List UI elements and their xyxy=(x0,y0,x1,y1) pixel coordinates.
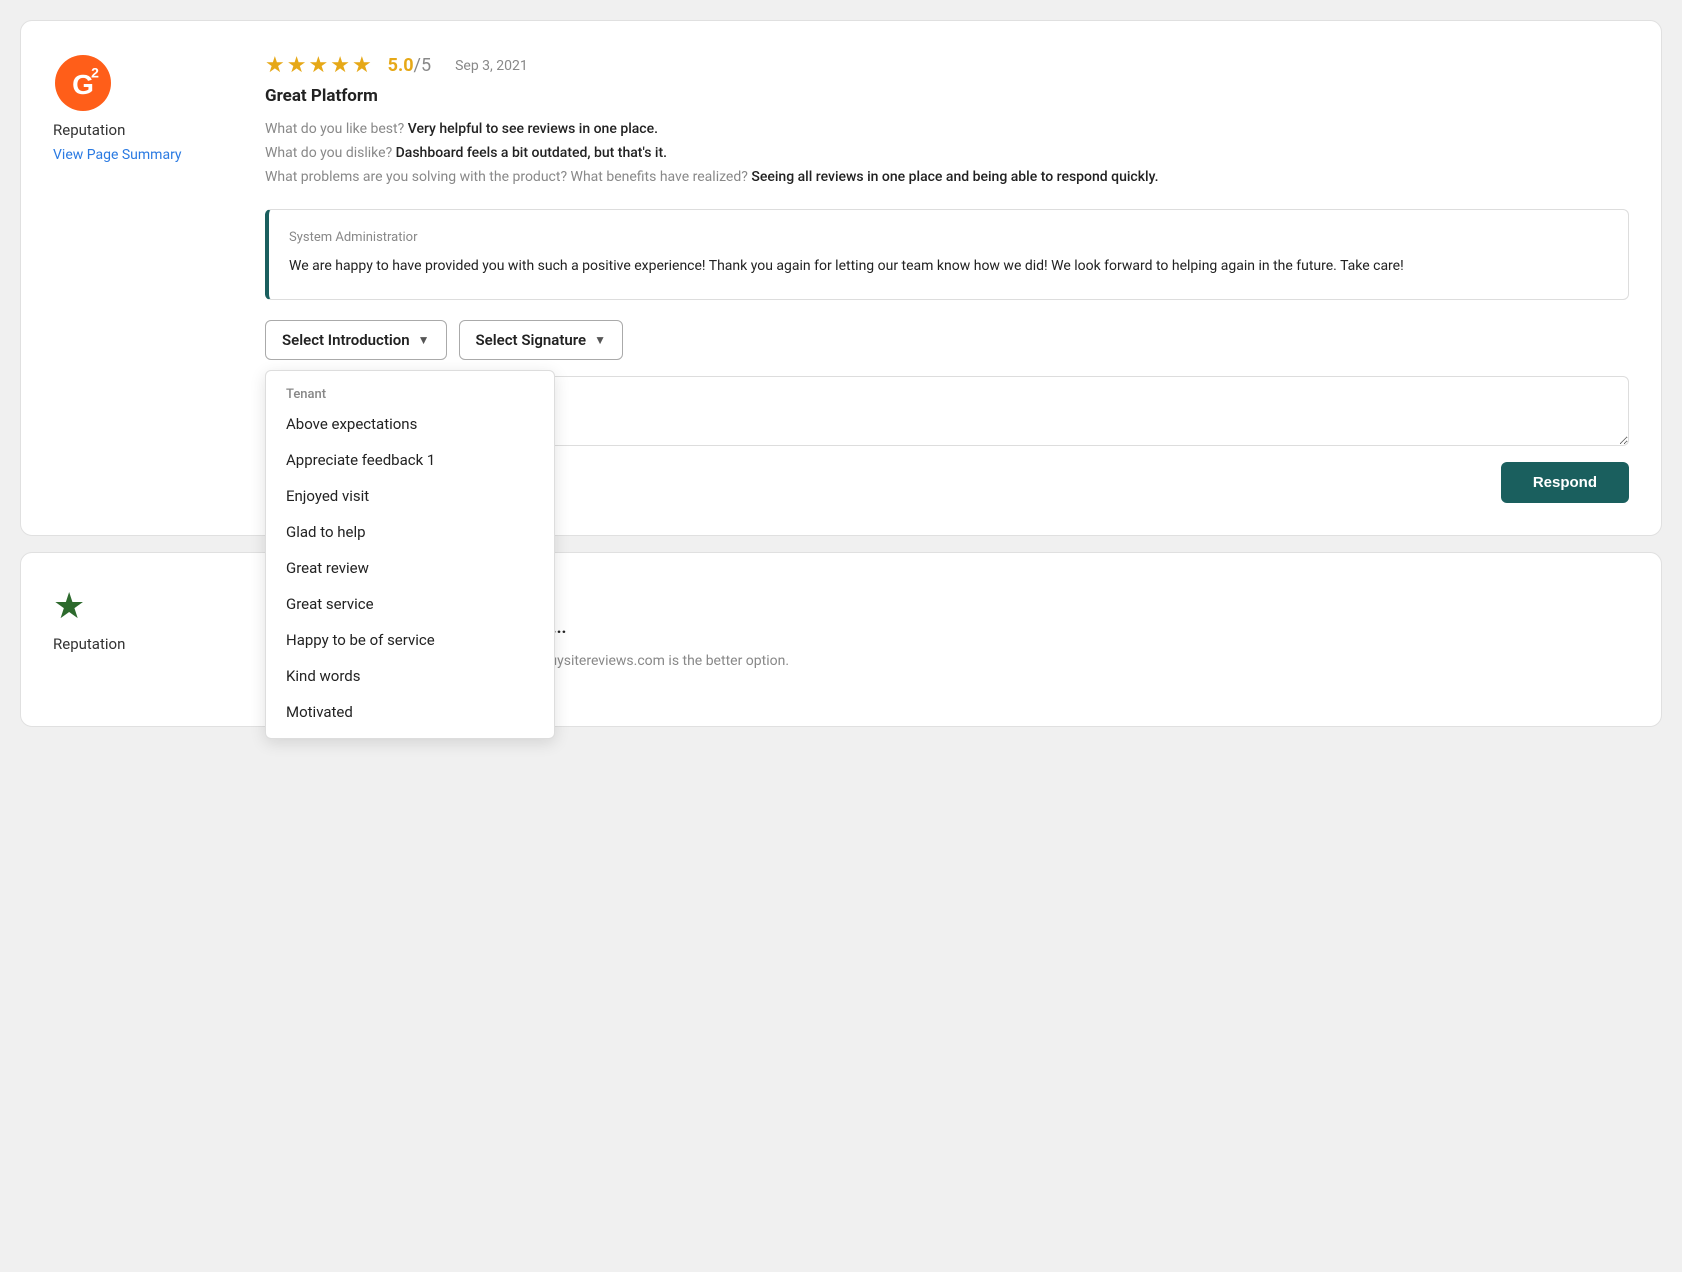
chevron-down-icon-intro: ▼ xyxy=(418,333,430,347)
star-3: ★ xyxy=(308,53,328,78)
dropdown-item-2[interactable]: Enjoyed visit xyxy=(266,478,554,514)
dropdown-item-5[interactable]: Great service xyxy=(266,586,554,622)
review-header-1: ★ ★ ★ ★ ★ 5.0/5 Sep 3, 2021 xyxy=(265,53,1629,78)
dropdown-item-6[interactable]: Happy to be of service xyxy=(266,622,554,658)
respond-button[interactable]: Respond xyxy=(1501,462,1629,503)
q2-answer: Dashboard feels a bit outdated, but that… xyxy=(392,145,667,161)
q1-answer: Very helpful to see reviews in one place… xyxy=(404,121,658,137)
rating-value-1: 5.0/5 xyxy=(388,55,431,76)
dropdown-item-8[interactable]: Motivated xyxy=(266,694,554,730)
reputation-label-1: Reputation xyxy=(53,121,125,139)
dropdown-item-0[interactable]: Above expectations xyxy=(266,406,554,442)
review-date-1: Sep 3, 2021 xyxy=(455,58,528,74)
reputation-label-2: Reputation xyxy=(53,635,125,653)
star-2: ★ xyxy=(287,53,307,78)
star-4: ★ xyxy=(330,53,350,78)
dropdown-item-3[interactable]: Glad to help xyxy=(266,514,554,550)
q2-label: What do you dislike? xyxy=(265,145,392,161)
response-box-1: System Administratior We are happy to ha… xyxy=(265,209,1629,300)
intro-label: Select Introduction xyxy=(282,331,410,349)
response-text-1: We are happy to have provided you with s… xyxy=(289,255,1608,279)
rating-number-1: 5.0 xyxy=(388,55,414,76)
response-author-1: System Administratior xyxy=(289,230,1608,245)
star-1: ★ xyxy=(265,53,285,78)
select-signature-dropdown[interactable]: Select Signature ▼ xyxy=(459,320,623,360)
star-5: ★ xyxy=(352,53,372,78)
right-panel-1: ★ ★ ★ ★ ★ 5.0/5 Sep 3, 2021 Great Platfo… xyxy=(265,53,1629,503)
q3-label: What problems are you solving with the p… xyxy=(265,169,748,185)
dropdown-item-7[interactable]: Kind words xyxy=(266,658,554,694)
response-controls: Select Introduction ▼ Select Signature ▼… xyxy=(265,320,1629,360)
review-title-1: Great Platform xyxy=(265,86,1629,106)
green-star-icon: ★ xyxy=(53,585,85,627)
introduction-dropdown-menu: Tenant Above expectations Appreciate fee… xyxy=(265,370,555,739)
select-introduction-dropdown[interactable]: Select Introduction ▼ xyxy=(265,320,447,360)
q3-answer: Seeing all reviews in one place and bein… xyxy=(748,169,1159,185)
dropdown-item-4[interactable]: Great review xyxy=(266,550,554,586)
dropdown-group-label: Tenant xyxy=(266,379,554,406)
sig-label: Select Signature xyxy=(476,331,587,349)
view-page-summary-link[interactable]: View Page Summary xyxy=(53,147,182,163)
svg-text:2: 2 xyxy=(91,65,99,81)
chevron-down-icon-sig: ▼ xyxy=(594,333,606,347)
g2-logo: G 2 xyxy=(53,53,113,113)
left-panel-1: G 2 Reputation View Page Summary xyxy=(53,53,233,503)
left-panel-2: ★ Reputation xyxy=(53,585,233,694)
star-rating-1: ★ ★ ★ ★ ★ xyxy=(265,53,372,78)
review-body-1: What do you like best? Very helpful to s… xyxy=(265,118,1629,189)
review-card-1: G 2 Reputation View Page Summary ★ ★ ★ ★… xyxy=(20,20,1662,536)
dropdown-item-1[interactable]: Appreciate feedback 1 xyxy=(266,442,554,478)
q1-label: What do you like best? xyxy=(265,121,404,137)
rating-max-1: 5 xyxy=(421,55,431,76)
